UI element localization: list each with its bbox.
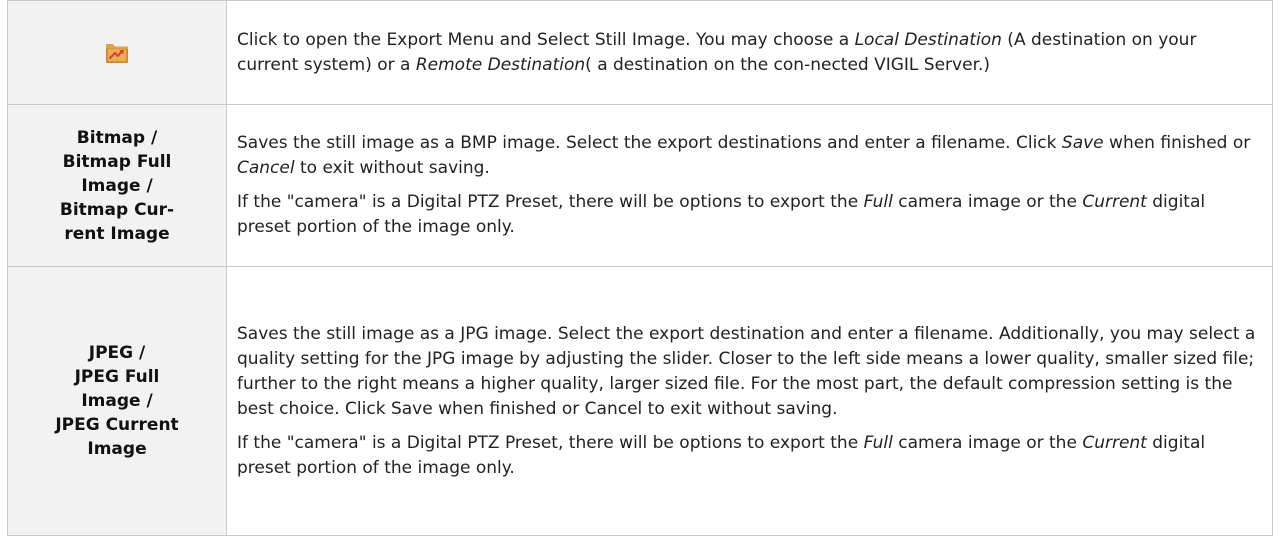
label-line: Bitmap Full [62,151,172,172]
description-cell: Saves the still image as a JPG image. Se… [226,266,1273,536]
description-paragraph: Click to open the Export Menu and Select… [237,29,1197,75]
description-cell: Saves the still image as a BMP image. Se… [226,104,1273,267]
icon-cell [7,0,227,105]
label-line: rent Image [64,223,170,244]
emphasis-text: Save [1061,133,1104,153]
table-row: Bitmap / Bitmap Full Image / Bitmap Cur-… [7,104,1273,267]
label-line: Image / [81,175,153,196]
description-cell: Click to open the Export Menu and Select… [226,0,1273,105]
emphasis-text: Cancel [237,158,295,178]
label-line: Bitmap / [76,127,158,148]
label-line: JPEG / [88,343,146,363]
description-paragraph: If the "camera" is a Digital PTZ Preset,… [237,192,1206,237]
emphasis-text: Current [1082,192,1147,212]
export-options-table: Click to open the Export Menu and Select… [7,0,1273,536]
emphasis-text: Current [1082,432,1147,453]
emphasis-text: Local Destination [854,29,1002,50]
description-paragraph: Saves the still image as a JPG image. Se… [237,323,1256,419]
option-label: Bitmap / Bitmap Full Image / Bitmap Cur-… [7,104,227,267]
description-paragraph: Saves the still image as a BMP image. Se… [237,133,1251,178]
table-row: JPEG / JPEG Full Image / JPEG Current Im… [7,266,1273,536]
table-row: Click to open the Export Menu and Select… [7,0,1273,105]
export-folder-icon[interactable] [105,42,129,64]
label-line: Image / [81,391,153,411]
option-label: JPEG / JPEG Full Image / JPEG Current Im… [7,266,227,536]
label-line: JPEG Current [55,415,179,435]
description-paragraph: If the "camera" is a Digital PTZ Preset,… [237,432,1206,478]
label-line: JPEG Full [74,367,160,387]
emphasis-text: Remote Destination [415,54,586,75]
emphasis-text: Full [863,192,893,212]
emphasis-text: Full [863,432,893,453]
label-line: Image [87,439,147,459]
label-line: Bitmap Cur- [59,199,175,220]
